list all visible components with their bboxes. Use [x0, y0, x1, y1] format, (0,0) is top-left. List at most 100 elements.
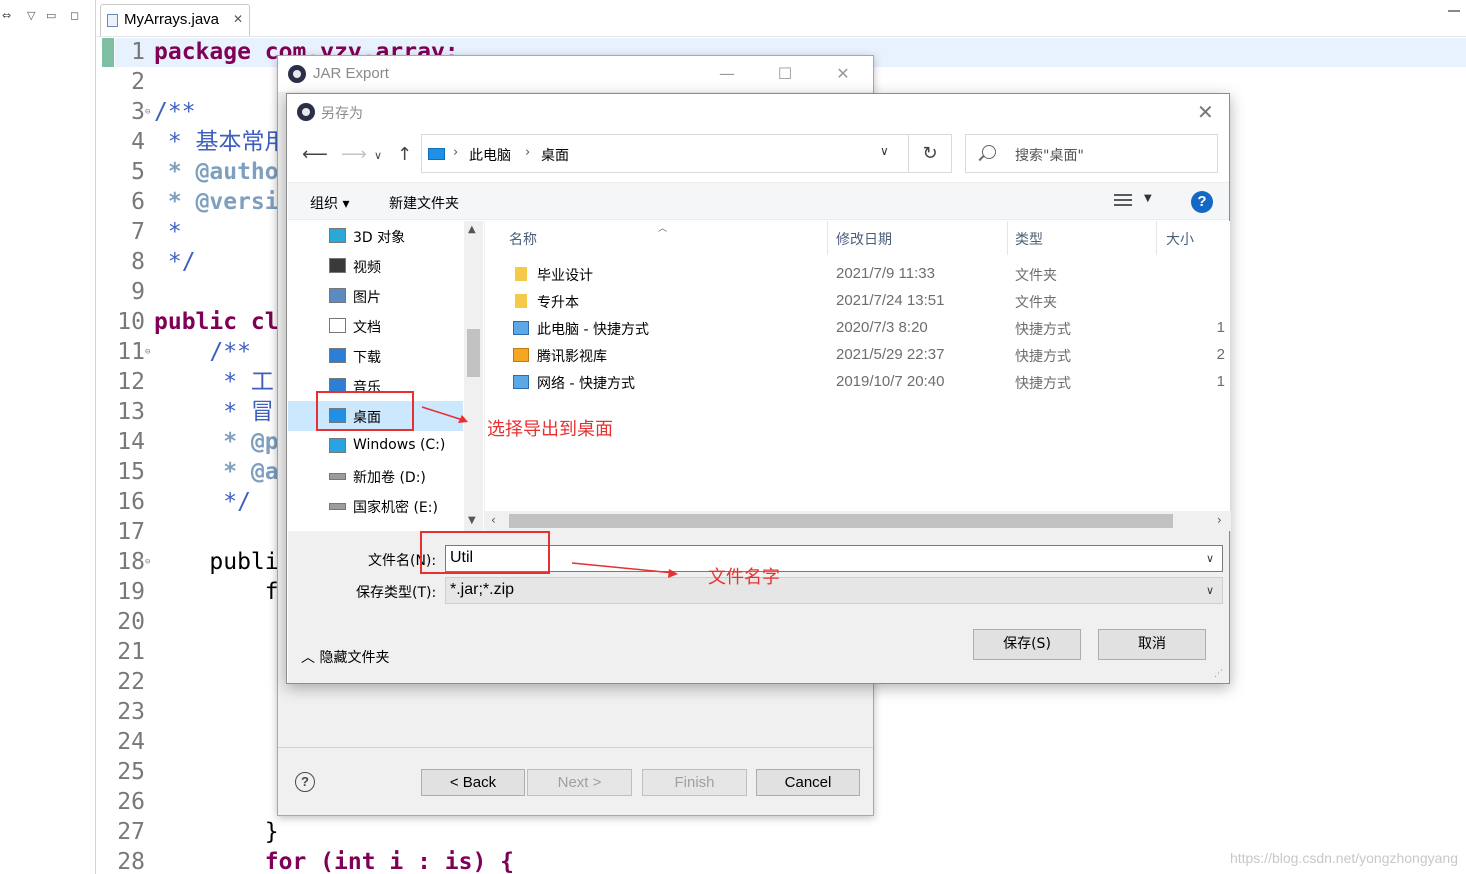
chevron-down-icon[interactable]: ∨ [1206, 584, 1214, 597]
file-row[interactable]: 专升本 2021/7/24 13:51 文件夹 [485, 289, 1231, 316]
back-button[interactable]: < Back [421, 769, 525, 796]
column-size[interactable]: 大小 [1166, 229, 1194, 249]
code-line[interactable]: 22 [115, 667, 154, 697]
column-divider[interactable] [827, 221, 828, 255]
filetype-select[interactable]: *.jar;*.zip ∨ [445, 577, 1223, 604]
finish-button[interactable]: Finish [642, 769, 747, 796]
maximize-button[interactable]: ☐ [770, 62, 800, 86]
nav-item[interactable]: 图片 [288, 281, 463, 311]
scroll-right-icon[interactable]: › [1217, 513, 1222, 527]
cancel-button[interactable]: 取消 [1098, 629, 1206, 660]
back-arrow-icon[interactable]: ⟵ [302, 144, 328, 165]
code-line[interactable]: 2 [115, 67, 154, 97]
code-line[interactable]: 28 for (int i : is) { [115, 847, 514, 874]
file-row[interactable]: 网络 - 快捷方式 2019/10/7 20:40 快捷方式 1 [485, 370, 1231, 397]
code-line[interactable]: 12 * 工 [115, 367, 274, 397]
code-line[interactable]: 6 * @versi [115, 187, 279, 217]
next-button[interactable]: Next > [527, 769, 632, 796]
breadcrumb-desktop[interactable]: 桌面 [541, 145, 569, 165]
close-icon[interactable]: ✕ [233, 12, 243, 26]
code-line[interactable]: 10 public cl [115, 307, 278, 337]
forward-arrow-icon[interactable]: ⟶ [341, 144, 367, 165]
view-menu-icon[interactable]: ⇔ [2, 9, 11, 22]
nav-scrollbar[interactable]: ▲ ▼ [464, 221, 483, 531]
column-divider[interactable] [1156, 221, 1157, 255]
resize-grip-icon[interactable]: ⋰ [1214, 669, 1223, 679]
nav-item[interactable]: 3D 对象 [288, 221, 463, 251]
code-line[interactable]: 23 [115, 697, 154, 727]
chevron-right-icon[interactable]: › [453, 145, 458, 160]
code-line[interactable]: 25 [115, 757, 154, 787]
nav-item[interactable]: 国家机密 (E:) [288, 491, 463, 521]
hide-folders-toggle[interactable]: ︿ 隐藏文件夹 [301, 647, 389, 667]
chevron-down-icon[interactable]: ∨ [1206, 552, 1214, 565]
close-button[interactable]: ✕ [828, 62, 858, 86]
up-arrow-icon[interactable]: ↑ [397, 144, 412, 165]
help-icon[interactable]: ? [295, 772, 315, 792]
scroll-down-icon[interactable]: ▼ [468, 515, 476, 526]
code-line[interactable]: 11⊖ /** [115, 337, 251, 367]
minimize-button[interactable]: — [712, 62, 742, 86]
maximize-view-icon[interactable]: ◻ [70, 9, 79, 22]
code-line[interactable]: 20 [115, 607, 154, 637]
save-button[interactable]: 保存(S) [973, 629, 1081, 660]
chevron-down-icon[interactable]: ▼ [1144, 193, 1152, 204]
filename-input[interactable]: Util ∨ [445, 545, 1223, 572]
close-button[interactable]: ✕ [1197, 100, 1214, 124]
search-input[interactable]: 搜索"桌面" [965, 134, 1218, 173]
fold-toggle-icon[interactable]: ⊖ [145, 97, 154, 127]
minimize-view-icon[interactable]: ▭ [46, 9, 56, 22]
scroll-left-icon[interactable]: ‹ [491, 513, 496, 527]
code-line[interactable]: 24 [115, 727, 154, 757]
code-line[interactable]: 14 * @p [115, 427, 278, 457]
chevron-down-icon[interactable]: ▽ [27, 9, 35, 22]
horizontal-scrollbar[interactable]: ‹ › [485, 511, 1231, 531]
new-folder-button[interactable]: 新建文件夹 [389, 193, 459, 213]
column-type[interactable]: 类型 [1015, 229, 1043, 249]
code-line[interactable]: 13 * 冒 [115, 397, 274, 427]
code-line[interactable]: 15 * @a [115, 457, 278, 487]
file-row[interactable]: 毕业设计 2021/7/9 11:33 文件夹 [485, 262, 1231, 289]
column-date[interactable]: 修改日期 [836, 229, 892, 249]
fold-toggle-icon[interactable]: ⊖ [145, 547, 154, 577]
code-line[interactable]: 16 */ [115, 487, 251, 517]
recent-locations-icon[interactable]: ∨ [374, 149, 382, 162]
organize-menu[interactable]: 组织 ▾ [310, 193, 349, 213]
nav-item[interactable]: Windows (C:) [288, 431, 463, 461]
chevron-down-icon[interactable]: ∨ [880, 144, 889, 158]
code-line[interactable]: 9 [115, 277, 154, 307]
code-line[interactable]: 26 [115, 787, 154, 817]
cancel-button[interactable]: Cancel [756, 769, 860, 796]
minimize-editor-icon[interactable] [1448, 10, 1460, 12]
scroll-thumb[interactable] [509, 514, 1173, 528]
view-options-icon[interactable] [1114, 194, 1132, 208]
code-line[interactable]: 7 * [115, 217, 182, 247]
chevron-right-icon[interactable]: › [525, 145, 530, 160]
code-line[interactable]: 8 */ [115, 247, 195, 277]
code-line[interactable]: 3⊖/** [115, 97, 195, 127]
file-row[interactable]: 腾讯影视库 2021/5/29 22:37 快捷方式 2 [485, 343, 1231, 370]
editor-tab-myarrays[interactable]: MyArrays.java ✕ [100, 4, 250, 36]
code-line[interactable]: 19 f [115, 577, 278, 607]
code-line[interactable]: 18⊖ publi [115, 547, 278, 577]
nav-item[interactable]: 下载 [288, 341, 463, 371]
column-divider[interactable] [1007, 221, 1008, 255]
nav-item[interactable]: 视频 [288, 251, 463, 281]
breadcrumb-this-pc[interactable]: 此电脑 [469, 145, 511, 165]
nav-item[interactable]: 文档 [288, 311, 463, 341]
code-line[interactable]: 27 } [115, 817, 278, 847]
nav-item[interactable]: 新加卷 (D:) [288, 461, 463, 491]
code-line[interactable]: 21 [115, 637, 154, 667]
refresh-button[interactable]: ↻ [909, 134, 952, 173]
file-row[interactable]: 此电脑 - 快捷方式 2020/7/3 8:20 快捷方式 1 [485, 316, 1231, 343]
address-bar[interactable]: › 此电脑 › 桌面 ∨ [421, 134, 909, 173]
column-name[interactable]: 名称 [509, 229, 537, 249]
code-line[interactable]: 4 * 基本常用 [115, 127, 287, 157]
code-line[interactable]: 17 [115, 517, 154, 547]
scroll-up-icon[interactable]: ▲ [468, 224, 476, 235]
scroll-thumb[interactable] [467, 329, 480, 377]
code-text: * @versi [154, 189, 279, 215]
fold-toggle-icon[interactable]: ⊖ [145, 337, 154, 367]
help-icon[interactable]: ? [1191, 191, 1213, 213]
code-line[interactable]: 5 * @autho [115, 157, 278, 187]
